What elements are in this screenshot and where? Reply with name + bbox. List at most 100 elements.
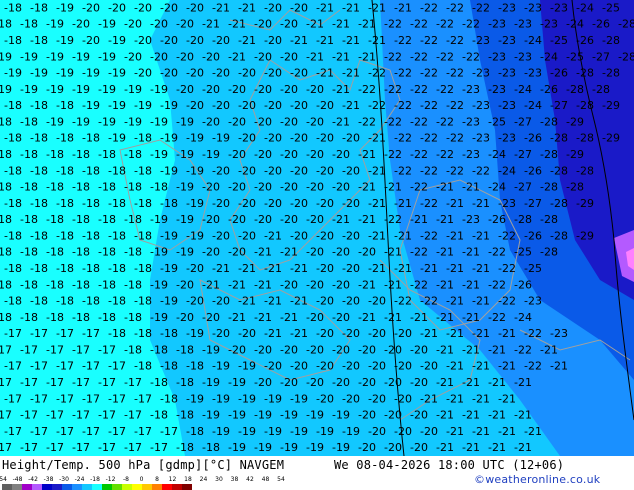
temperature-value: -17	[20, 376, 38, 389]
temperature-value: -18	[124, 246, 142, 259]
temperature-value: -20	[306, 213, 324, 226]
temperature-value: -21	[264, 262, 282, 275]
temperature-value: -19	[332, 441, 350, 454]
temperature-value: -21	[394, 262, 412, 275]
color-scale-swatch	[122, 484, 132, 490]
temperature-value: -28	[540, 246, 558, 259]
temperature-value: -18	[72, 148, 90, 161]
temperature-value: -21	[212, 262, 230, 275]
temperature-value: -21	[342, 67, 360, 80]
temperature-value: -18	[124, 278, 142, 291]
temperature-value: -17	[72, 409, 90, 422]
temperature-value: -20	[228, 343, 246, 356]
temperature-value: -20	[316, 360, 334, 373]
temperature-value: -19	[280, 441, 298, 454]
temperature-value: -18	[20, 18, 38, 31]
temperature-value: -18	[72, 181, 90, 194]
temperature-value: -18	[108, 229, 126, 242]
temperature-value: -18	[134, 229, 152, 242]
credit-link[interactable]: ©weatheronline.co.uk	[474, 473, 600, 486]
temperature-value: -20	[264, 67, 282, 80]
temperature-value: -18	[82, 132, 100, 145]
temperature-value: -21	[514, 376, 532, 389]
temperature-value: -19	[212, 132, 230, 145]
temperature-value: -19	[342, 425, 360, 438]
temperature-value: -20	[280, 181, 298, 194]
temperature-value: -20	[202, 246, 220, 259]
temperature-value: -17	[30, 425, 48, 438]
temperature-value: -21	[472, 262, 490, 275]
temperature-value: -22	[420, 164, 438, 177]
temperature-value: -19	[108, 67, 126, 80]
temperature-value: -19	[238, 360, 256, 373]
temperature-value: -20	[342, 360, 360, 373]
temperature-value: -21	[498, 392, 516, 405]
temperature-value: -26	[488, 213, 506, 226]
temperature-value: -18	[46, 278, 64, 291]
temperature-value: -20	[124, 18, 142, 31]
temperature-value: -18	[160, 392, 178, 405]
temperature-value: -20	[186, 1, 204, 14]
temperature-value: -20	[238, 99, 256, 112]
temperature-value: -21	[238, 1, 256, 14]
temperature-value: -19	[186, 197, 204, 210]
temperature-value: -21	[342, 34, 360, 47]
temperature-value: -17	[82, 425, 100, 438]
temperature-value: -22	[420, 229, 438, 242]
temperature-value: -20	[186, 34, 204, 47]
color-scale-tick: 42	[246, 476, 254, 483]
temperature-value: -19	[228, 441, 246, 454]
temperature-value: -17	[160, 425, 178, 438]
temperature-value: -18	[4, 262, 22, 275]
temperature-value: -23	[524, 295, 542, 308]
temperature-value: -20	[384, 343, 402, 356]
temperature-value: -18	[186, 360, 204, 373]
temperature-value: -21	[238, 295, 256, 308]
temperature-value: -19	[150, 148, 168, 161]
temperature-value: -18	[186, 425, 204, 438]
temperature-value: -21	[238, 262, 256, 275]
temperature-value: -20	[342, 392, 360, 405]
temperature-value: -20	[238, 164, 256, 177]
temperature-value: -20	[394, 360, 412, 373]
temperature-value: -20	[238, 229, 256, 242]
temperature-value: -28	[540, 181, 558, 194]
color-scale-tick: 18	[184, 476, 192, 483]
temperature-value: -21	[368, 262, 386, 275]
temperature-value: -18	[176, 343, 194, 356]
temperature-value: -20	[332, 311, 350, 324]
temperature-value: -19	[186, 229, 204, 242]
temperature-value: -18	[124, 148, 142, 161]
temperature-value: -18	[0, 278, 12, 291]
temperature-value: -17	[30, 360, 48, 373]
temperature-value: -21	[462, 376, 480, 389]
temperature-value: -19	[280, 409, 298, 422]
temperature-value: -28	[566, 181, 584, 194]
temperature-value: -20	[212, 197, 230, 210]
map-canvas: -18 -18 -19 -20 -20 -20 -20 -20 -21 -21 -20 -20 -21-…	[0, 0, 634, 456]
temperature-value: -17	[30, 327, 48, 340]
temperature-value: -21	[332, 115, 350, 128]
temperature-value: -23	[550, 327, 568, 340]
temperature-value: -21	[446, 262, 464, 275]
temperature-value: -20	[254, 181, 272, 194]
temperature-value: -21	[358, 181, 376, 194]
temperature-value: -21	[462, 311, 480, 324]
temperature-value: -22	[368, 67, 386, 80]
temperature-value: -22	[384, 18, 402, 31]
temperature-value: -17	[46, 376, 64, 389]
temperature-value: -20	[264, 1, 282, 14]
temperature-value: -17	[124, 409, 142, 422]
temperature-value: -20	[228, 115, 246, 128]
temperature-value: -19	[4, 67, 22, 80]
temperature-value: -21	[212, 1, 230, 14]
temperature-value: -20	[290, 99, 308, 112]
temperature-value: -21	[368, 34, 386, 47]
temperature-value: -19	[264, 392, 282, 405]
temperature-value: -28	[540, 213, 558, 226]
temperature-value: -18	[134, 360, 152, 373]
color-scale-swatch	[52, 484, 62, 490]
temperature-value: -20	[212, 229, 230, 242]
color-scale-swatch	[82, 484, 92, 490]
temperature-value: -21	[332, 213, 350, 226]
